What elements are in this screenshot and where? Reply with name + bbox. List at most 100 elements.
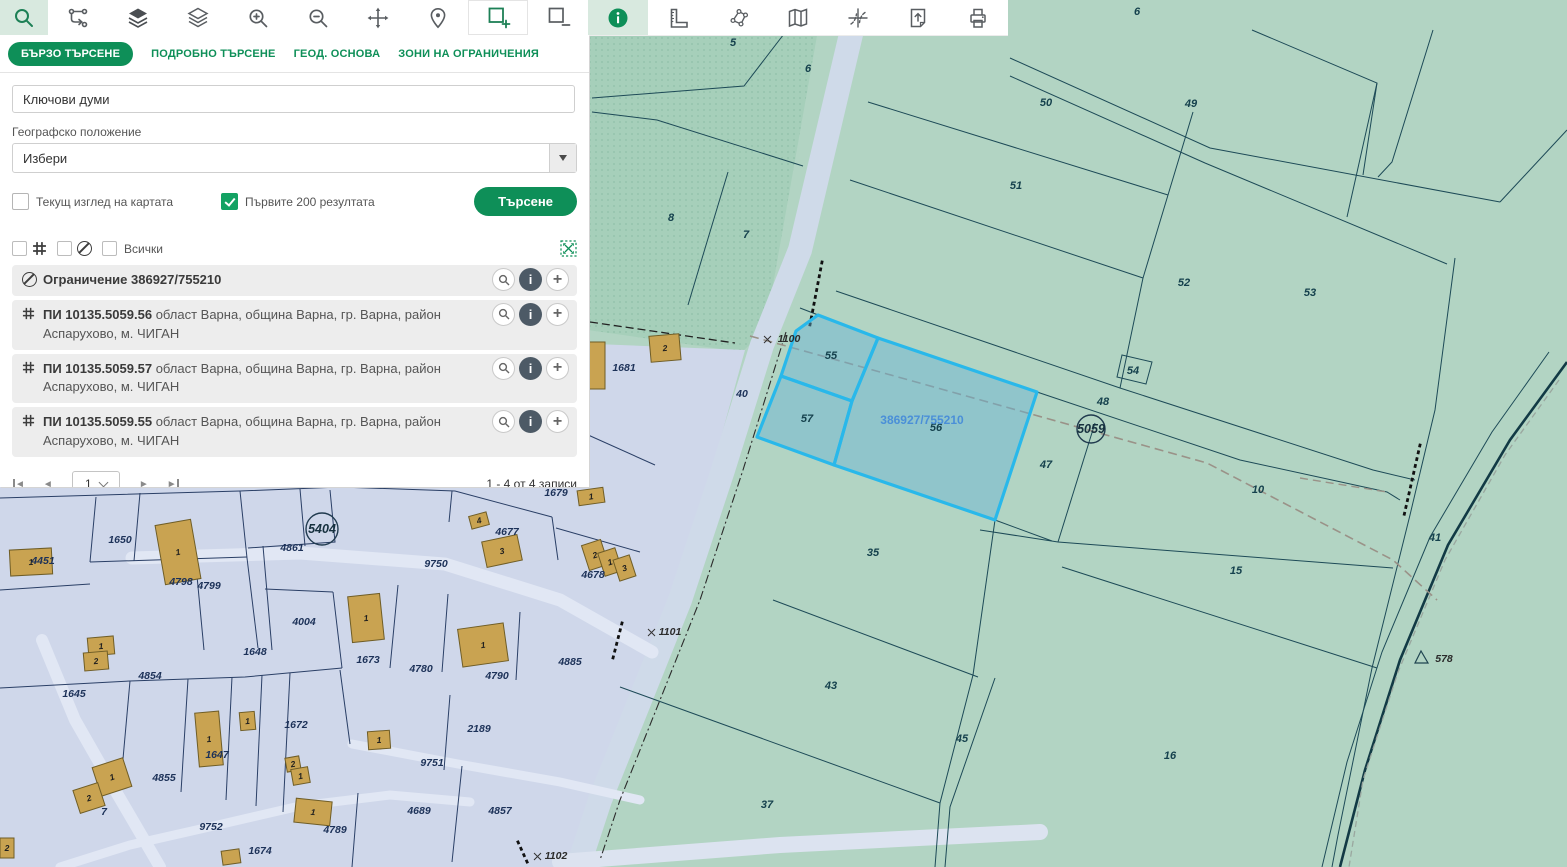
result-filter-row: Всички xyxy=(0,240,589,257)
route-tool-button[interactable] xyxy=(48,0,108,35)
zoom-to-result-button[interactable] xyxy=(492,410,515,433)
first-200-checkbox[interactable] xyxy=(221,193,238,210)
result-title: ПИ 10135.5059.57 xyxy=(43,361,152,376)
result-add-button[interactable]: + xyxy=(546,357,569,380)
result-row-parcel[interactable]: ПИ 10135.5059.57 област Варна, община Ва… xyxy=(12,354,577,404)
result-row-parcel[interactable]: ПИ 10135.5059.56 област Варна, община Ва… xyxy=(12,300,577,350)
keywords-input[interactable] xyxy=(12,85,575,113)
svg-text:578: 578 xyxy=(1435,653,1453,665)
locate-button[interactable] xyxy=(408,0,468,35)
svg-text:52: 52 xyxy=(1178,277,1190,289)
geographic-location-label: Географско положение xyxy=(12,125,577,139)
page-select[interactable]: 1 xyxy=(72,471,120,487)
svg-text:4854: 4854 xyxy=(137,670,162,682)
zoom-to-result-button[interactable] xyxy=(492,303,515,326)
result-title: ПИ 10135.5059.55 xyxy=(43,414,152,429)
filter-all-checkbox[interactable] xyxy=(102,241,117,256)
search-tabs: БЪРЗО ТЪРСЕНЕ ПОДРОБНО ТЪРСЕНЕ ГЕОД. ОСН… xyxy=(0,35,589,73)
results-list: Ограничение 386927/755210 i + ПИ 10135.5… xyxy=(0,257,589,457)
tab-geodetic-basis[interactable]: ГЕОД. ОСНОВА xyxy=(294,48,381,60)
result-row-parcel[interactable]: ПИ 10135.5059.55 област Варна, община Ва… xyxy=(12,407,577,457)
geographic-location-select[interactable]: Избери xyxy=(12,143,577,173)
layers-visible-button[interactable] xyxy=(108,0,168,35)
svg-text:2189: 2189 xyxy=(466,723,491,735)
filter-parcels-checkbox[interactable] xyxy=(12,241,27,256)
svg-text:4799: 4799 xyxy=(196,580,221,592)
map-sheets-button[interactable] xyxy=(768,0,828,35)
svg-text:49: 49 xyxy=(1184,98,1198,110)
zoom-to-result-button[interactable] xyxy=(492,357,515,380)
select-value: Избери xyxy=(13,151,549,166)
svg-text:8: 8 xyxy=(668,212,675,224)
svg-text:54: 54 xyxy=(1127,365,1139,377)
svg-text:48: 48 xyxy=(1096,396,1110,408)
parcel-grid-icon xyxy=(22,414,35,432)
svg-text:1647: 1647 xyxy=(205,749,230,761)
svg-text:5404: 5404 xyxy=(308,522,336,536)
result-title: Ограничение 386927/755210 xyxy=(43,272,221,287)
svg-text:1: 1 xyxy=(376,735,382,745)
svg-text:4789: 4789 xyxy=(322,824,347,836)
svg-text:43: 43 xyxy=(824,680,837,692)
page-number: 1 xyxy=(85,477,92,487)
zoom-in-button[interactable] xyxy=(228,0,288,35)
coordinates-button[interactable] xyxy=(828,0,888,35)
select-dropdown-button[interactable] xyxy=(549,144,576,172)
filter-all-label[interactable]: Всички xyxy=(124,242,163,256)
svg-text:50: 50 xyxy=(1040,97,1053,109)
tab-detailed-search[interactable]: ПОДРОБНО ТЪРСЕНЕ xyxy=(151,48,275,60)
print-icon xyxy=(966,6,990,30)
route-icon xyxy=(66,6,90,30)
print-button[interactable] xyxy=(948,0,1008,35)
next-page-button[interactable]: ► xyxy=(130,479,158,487)
zoom-to-results-button[interactable] xyxy=(560,240,577,257)
svg-text:1648: 1648 xyxy=(243,646,267,658)
last-page-button[interactable]: ► xyxy=(158,479,188,487)
pan-button[interactable] xyxy=(348,0,408,35)
previous-page-button[interactable]: ◄ xyxy=(34,479,62,487)
map-toolbar xyxy=(0,0,1008,36)
spatial-query-button[interactable] xyxy=(708,0,768,35)
first-page-button[interactable]: ◄ xyxy=(4,479,34,487)
layers-list-button[interactable] xyxy=(168,0,228,35)
svg-text:1100: 1100 xyxy=(778,333,801,345)
svg-text:40: 40 xyxy=(735,388,748,400)
coordinates-icon xyxy=(846,6,870,30)
result-info-button[interactable]: i xyxy=(519,303,542,326)
zoom-to-result-button[interactable] xyxy=(492,268,515,291)
result-info-button[interactable]: i xyxy=(519,410,542,433)
svg-text:1102: 1102 xyxy=(545,850,568,862)
select-rectangle-remove-button[interactable] xyxy=(528,0,588,35)
tab-restriction-zones[interactable]: ЗОНИ НА ОГРАНИЧЕНИЯ xyxy=(398,48,539,60)
filter-restrictions-checkbox[interactable] xyxy=(57,241,72,256)
current-map-view-checkbox[interactable] xyxy=(12,193,29,210)
tab-quick-search[interactable]: БЪРЗО ТЪРСЕНЕ xyxy=(8,42,133,66)
svg-text:2: 2 xyxy=(661,343,668,353)
svg-text:4004: 4004 xyxy=(291,616,316,628)
result-add-button[interactable]: + xyxy=(546,268,569,291)
zoom-out-icon xyxy=(306,6,330,30)
export-button[interactable] xyxy=(888,0,948,35)
select-rectangle-add-icon xyxy=(486,5,511,30)
restriction-slash-icon xyxy=(77,241,92,256)
search-button[interactable]: Търсене xyxy=(474,187,577,216)
svg-text:4689: 4689 xyxy=(406,805,431,817)
svg-text:1673: 1673 xyxy=(356,654,380,666)
info-tool-button[interactable] xyxy=(588,0,648,35)
svg-text:51: 51 xyxy=(1010,180,1022,192)
select-rectangle-add-button[interactable] xyxy=(468,0,528,35)
svg-text:35: 35 xyxy=(867,547,880,559)
zoom-out-button[interactable] xyxy=(288,0,348,35)
measure-button[interactable] xyxy=(648,0,708,35)
result-info-button[interactable]: i xyxy=(519,357,542,380)
search-tool-button[interactable] xyxy=(0,0,48,35)
result-add-button[interactable]: + xyxy=(546,303,569,326)
svg-text:15: 15 xyxy=(1230,565,1243,577)
result-info-button[interactable]: i xyxy=(519,268,542,291)
first-200-label[interactable]: Първите 200 резултата xyxy=(245,195,375,209)
svg-text:1645: 1645 xyxy=(62,688,86,700)
svg-text:4857: 4857 xyxy=(487,805,513,817)
result-row-restriction[interactable]: Ограничение 386927/755210 i + xyxy=(12,265,577,296)
result-add-button[interactable]: + xyxy=(546,410,569,433)
current-map-view-label[interactable]: Текущ изглед на картата xyxy=(36,195,173,209)
